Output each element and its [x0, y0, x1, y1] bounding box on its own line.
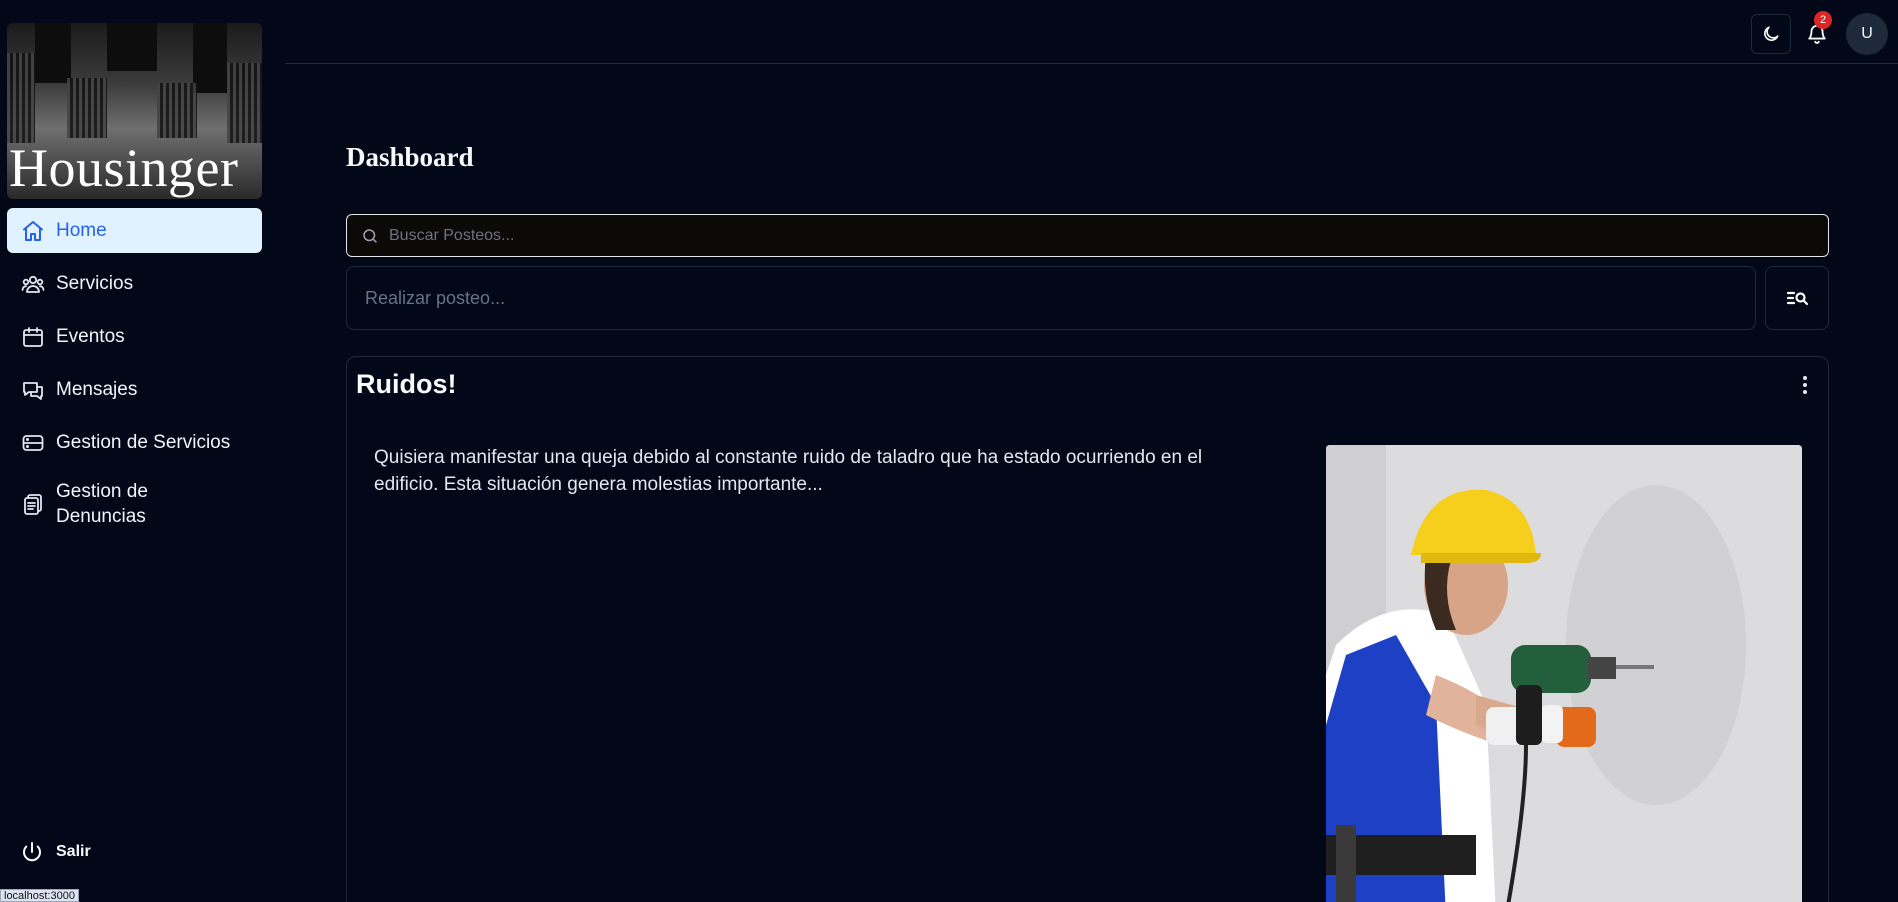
logo-window-pattern	[67, 78, 107, 138]
sidebar: Housinger Home Servicios Eventos Mensaje…	[0, 0, 270, 902]
logo-building-shape	[35, 23, 71, 83]
sidebar-item-servicios[interactable]: Servicios	[7, 261, 262, 306]
logo-window-pattern	[7, 53, 35, 143]
text-search-icon	[1785, 286, 1809, 310]
sidebar-item-label: Servicios	[56, 272, 134, 294]
logo-building-shape	[193, 23, 227, 93]
sidebar-item-gestion-servicios[interactable]: Gestion de Servicios	[7, 420, 262, 465]
sidebar-item-label: Mensajes	[56, 378, 138, 400]
page-title: Dashboard	[346, 142, 474, 172]
sidebar-item-label: Home	[56, 219, 107, 241]
post-title: Ruidos!	[356, 369, 457, 399]
moon-icon	[1761, 24, 1781, 44]
status-bar-url: localhost:3000	[0, 889, 79, 902]
logo-building-shape	[107, 23, 157, 71]
more-options-icon[interactable]	[1796, 373, 1814, 397]
worker-drilling-illustration	[1326, 445, 1802, 902]
theme-toggle-button[interactable]	[1751, 14, 1791, 54]
sidebar-item-gestion-denuncias[interactable]: Gestion de Denuncias	[7, 473, 262, 535]
post-card[interactable]: Ruidos! Quisiera manifestar una queja de…	[346, 356, 1829, 902]
notifications-button[interactable]: 2	[1802, 11, 1832, 51]
sidebar-item-mensajes[interactable]: Mensajes	[7, 367, 262, 412]
logo-window-pattern	[157, 83, 197, 138]
search-input[interactable]	[389, 226, 1828, 245]
search-bar[interactable]	[346, 214, 1829, 257]
new-post-field[interactable]	[346, 266, 1756, 330]
post-body: Quisiera manifestar una queja debido al …	[374, 447, 1203, 495]
users-icon	[20, 271, 46, 297]
app-root: Housinger Home Servicios Eventos Mensaje…	[0, 0, 1898, 902]
user-avatar[interactable]: U	[1846, 13, 1888, 55]
sidebar-item-label: Eventos	[56, 325, 125, 347]
sidebar-nav: Home Servicios Eventos Mensajes Gestion …	[7, 208, 262, 543]
logout-button[interactable]: Salir	[20, 840, 91, 864]
sidebar-item-eventos[interactable]: Eventos	[7, 314, 262, 359]
search-icon	[361, 227, 379, 245]
messages-icon	[20, 377, 46, 403]
database-icon	[20, 430, 46, 456]
sidebar-item-label: Gestion de Servicios	[56, 431, 231, 453]
logout-label: Salir	[56, 843, 91, 860]
notification-badge: 2	[1814, 11, 1832, 29]
sidebar-item-home[interactable]: Home	[7, 208, 262, 253]
logo-window-pattern	[227, 63, 262, 143]
home-icon	[20, 218, 46, 244]
calendar-icon	[20, 324, 46, 350]
clipboard-icon	[20, 491, 46, 517]
logo[interactable]: Housinger	[7, 23, 262, 199]
top-header: 2 U	[285, 0, 1898, 64]
sidebar-item-label: Gestion de Denuncias	[56, 481, 148, 527]
post-image	[1326, 445, 1802, 902]
logo-text: Housinger	[9, 138, 239, 198]
power-icon	[20, 840, 44, 864]
search-filter-button[interactable]	[1765, 266, 1829, 330]
new-post-input[interactable]	[365, 287, 1755, 309]
